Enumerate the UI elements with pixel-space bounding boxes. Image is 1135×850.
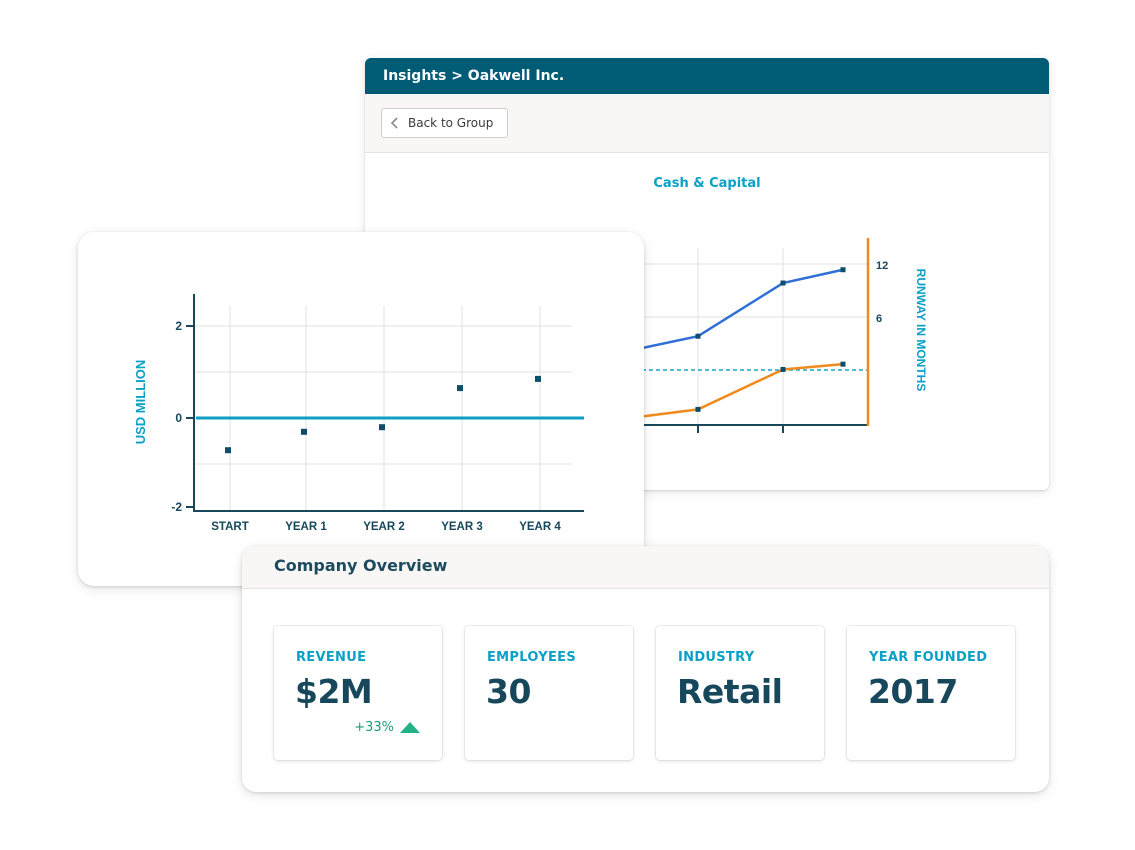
revenue-card[interactable]: REVENUE $2M +33% [274,626,442,760]
triangle-up-icon [400,722,420,733]
back-button-label: Back to Group [408,116,494,130]
chevron-left-icon [382,117,408,129]
company-overview-panel: Company Overview REVENUE $2M +33% EMPLOY… [242,546,1049,792]
year-founded-card[interactable]: YEAR FOUNDED 2017 [847,626,1015,760]
runway-tick-label: 6 [876,313,882,325]
data-point [225,447,231,454]
breadcrumb: Insights > Oakwell Inc. [365,58,1049,94]
data-point [695,406,701,412]
y-tick-label: -2 [171,500,182,514]
x-tick-label: YEAR 1 [285,521,327,533]
data-point [780,366,786,372]
data-point [301,428,307,435]
data-point [379,424,385,431]
cash-capital-title: Cash & Capital [653,176,761,191]
industry-card[interactable]: INDUSTRY Retail [656,626,824,760]
stat-label: EMPLOYEES [487,650,576,665]
x-tick-label: YEAR 2 [363,521,405,533]
data-point [457,385,463,392]
data-point [780,280,786,286]
toolbar: Back to Group [365,94,1049,153]
stat-label: INDUSTRY [678,650,755,665]
usd-million-chart: 2 0 -2 START YEAR 1 YEAR 2 YEAR 3 YEAR 4 USD MI… [133,294,584,533]
x-tick-label: YEAR 3 [441,521,483,533]
data-point [840,267,846,273]
stat-label: REVENUE [296,650,367,665]
data-point [535,375,541,382]
y-tick-label: 2 [175,319,182,333]
series-line [634,268,844,351]
runway-tick-label: 12 [876,260,888,272]
x-tick-label: START [211,521,248,533]
usd-million-card: 2 0 -2 START YEAR 1 YEAR 2 YEAR 3 YEAR 4 USD MI… [78,232,644,586]
series-line [634,362,844,419]
overview-title: Company Overview [242,546,1049,589]
delta-text: +33% [354,720,394,735]
revenue-delta: +33% [354,720,420,735]
runway-axis-label: RUNWAY IN MONTHS [914,269,928,392]
y-tick-label: 0 [175,411,182,425]
y-axis-label: USD MILLION [133,360,148,445]
stat-value: $2M [295,672,373,711]
stat-label: YEAR FOUNDED [869,650,988,665]
stat-value: 2017 [868,672,958,711]
data-point [695,333,701,339]
back-to-group-button[interactable]: Back to Group [381,108,508,138]
data-point [840,361,846,367]
x-tick-label: YEAR 4 [519,521,561,533]
stat-value: Retail [677,672,783,711]
stat-value: 30 [486,672,531,711]
employees-card[interactable]: EMPLOYEES 30 [465,626,633,760]
